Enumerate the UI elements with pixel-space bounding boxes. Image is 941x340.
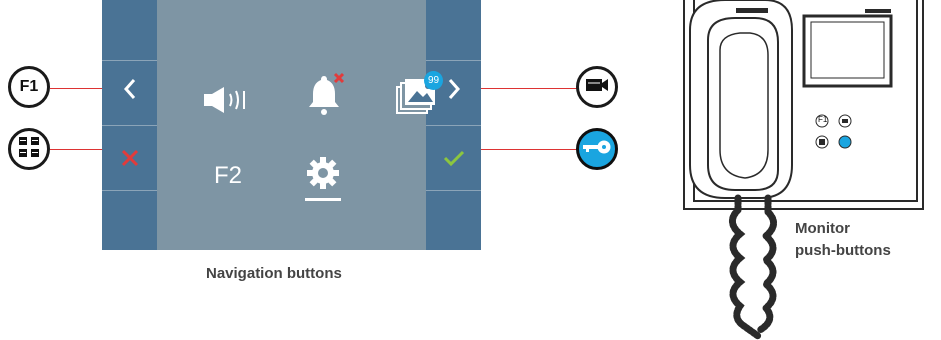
f1-button[interactable]: F1: [8, 66, 50, 108]
navigation-caption: Navigation buttons: [206, 265, 342, 282]
grid-icon: [18, 136, 40, 163]
left-nav-column: [102, 0, 157, 250]
door-leader-line: [481, 149, 577, 150]
check-icon: [443, 141, 465, 175]
bell-muted-icon[interactable]: [305, 72, 347, 121]
camera-leader-line: [481, 88, 577, 89]
gallery-count-badge: 99: [424, 71, 443, 90]
close-icon: [121, 141, 139, 175]
f2-label[interactable]: F2: [214, 162, 242, 190]
f1-leader-line: [50, 88, 102, 89]
settings-gear-icon[interactable]: [304, 154, 342, 197]
f1-label: F1: [19, 78, 39, 95]
cancel-button[interactable]: [102, 128, 157, 188]
nav-left-button[interactable]: [102, 62, 157, 122]
menu-button[interactable]: [8, 128, 50, 170]
right-nav-column: [426, 0, 481, 250]
badge-count: 99: [427, 75, 440, 86]
monitor-caption-line1: Monitor: [795, 220, 850, 237]
camera-icon: [585, 76, 609, 99]
speaker-volume-icon[interactable]: [202, 85, 254, 120]
monitor-caption-line2: push-buttons: [795, 242, 891, 259]
door-open-button[interactable]: [576, 128, 618, 170]
handset-illustration: [689, 0, 893, 340]
menu-leader-line: [50, 149, 102, 150]
camera-button[interactable]: [576, 66, 618, 108]
chevron-left-icon: [122, 75, 138, 109]
key-icon: [582, 139, 612, 160]
monitor-screen: 99 F2: [102, 0, 481, 250]
chevron-right-icon: [446, 75, 462, 109]
confirm-button[interactable]: [426, 128, 481, 188]
settings-selected-underline: [305, 198, 341, 201]
device-f1-label: F1: [818, 115, 828, 124]
